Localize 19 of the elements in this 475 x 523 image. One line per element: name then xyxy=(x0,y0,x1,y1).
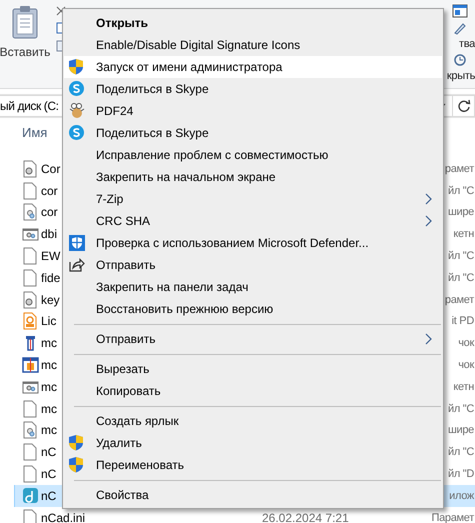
file-type: кетн xyxy=(453,380,475,393)
file-date: 26.02.2024 7:21 xyxy=(262,510,349,523)
address-path: ый диск (C: xyxy=(0,99,59,113)
file-type: рамет xyxy=(444,162,475,175)
file-type: йл "C xyxy=(448,446,475,458)
file-type: чок xyxy=(458,337,475,350)
file-type: кетн xyxy=(453,228,475,240)
file-type: илож xyxy=(449,490,475,502)
file-type: шире xyxy=(448,424,475,436)
file-type: йл "C xyxy=(448,402,475,415)
file-type: шире xyxy=(448,206,475,218)
file-type: it PD xyxy=(452,315,475,328)
file-type: йл "C xyxy=(448,272,475,284)
file-type: йл "D xyxy=(448,468,475,480)
file-type: йл "C xyxy=(448,250,475,262)
file-type: йл "C xyxy=(448,184,475,197)
file-type: чок xyxy=(458,359,475,372)
file-type: Парамет xyxy=(431,512,475,523)
file-type: рамет xyxy=(444,294,475,306)
